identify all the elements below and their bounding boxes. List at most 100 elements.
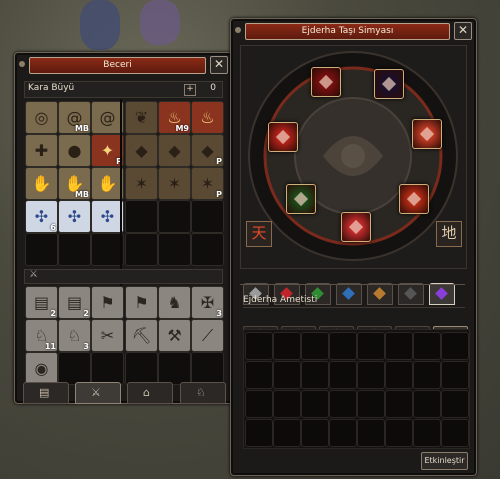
- close-button[interactable]: ✕: [454, 22, 472, 40]
- skill-tab-horse[interactable]: ♘: [180, 382, 226, 404]
- empty-skill-slot[interactable]: [125, 233, 158, 266]
- empty-skill-slot[interactable]: [158, 352, 191, 385]
- inventory-slot[interactable]: [273, 361, 301, 389]
- hand-skill-slot[interactable]: ✋: [25, 167, 58, 200]
- inventory-slot[interactable]: [413, 332, 441, 360]
- whirl-skill-slot[interactable]: ✣ 6: [25, 200, 58, 233]
- inventory-slot[interactable]: [245, 419, 273, 447]
- wheel-gem-onyx[interactable]: [412, 119, 442, 149]
- rune-icon: ✦: [100, 141, 115, 160]
- plus-icon[interactable]: +: [184, 84, 196, 96]
- drop-skill-slot[interactable]: ◆: [158, 134, 191, 167]
- inventory-slot[interactable]: [245, 332, 273, 360]
- star-skill-slot[interactable]: ✶: [158, 167, 191, 200]
- gem-icon: [419, 126, 435, 142]
- empty-skill-slot[interactable]: [25, 233, 58, 266]
- drop-skill-slot[interactable]: ◆ P: [191, 134, 224, 167]
- horse-skill-slot[interactable]: ♘ 11: [25, 319, 58, 352]
- gem-type-tab[interactable]: [336, 283, 362, 305]
- cross-skill-slot[interactable]: ✚: [25, 134, 58, 167]
- empty-skill-slot[interactable]: [191, 352, 224, 385]
- knight-skill-slot[interactable]: ♞: [158, 286, 191, 319]
- flag-skill-slot[interactable]: ⚑: [91, 286, 124, 319]
- inventory-slot[interactable]: [413, 390, 441, 418]
- inventory-slot[interactable]: [273, 332, 301, 360]
- knot-skill-slot[interactable]: ✠ 3: [191, 286, 224, 319]
- whirl-skill-slot[interactable]: ✣: [58, 200, 91, 233]
- flame-skill-slot[interactable]: ♨ M9: [158, 101, 191, 134]
- activate-button[interactable]: Etkinleştir: [421, 452, 468, 470]
- wheel-gem-ruby[interactable]: [311, 67, 341, 97]
- pickaxe-skill-slot[interactable]: ⛏: [125, 319, 158, 352]
- inventory-slot[interactable]: [245, 361, 273, 389]
- circle-skill-slot[interactable]: ◎: [25, 101, 58, 134]
- inventory-slot[interactable]: [273, 419, 301, 447]
- inventory-slot[interactable]: [385, 390, 413, 418]
- dragon-window-title[interactable]: Ejderha Taşı Simyası: [245, 23, 450, 40]
- empty-skill-slot[interactable]: [125, 200, 158, 233]
- wheel-gem-sapphire[interactable]: [341, 212, 371, 242]
- wheel-gem-topaz[interactable]: [399, 184, 429, 214]
- earth-button[interactable]: 地: [436, 221, 462, 247]
- target-skill-slot[interactable]: ◉: [25, 352, 58, 385]
- empty-skill-slot[interactable]: [191, 233, 224, 266]
- gem-type-tab[interactable]: [367, 283, 393, 305]
- inventory-slot[interactable]: [357, 419, 385, 447]
- inventory-slot[interactable]: [385, 361, 413, 389]
- inventory-slot[interactable]: [329, 361, 357, 389]
- inventory-slot[interactable]: [329, 419, 357, 447]
- empty-skill-slot[interactable]: [58, 233, 91, 266]
- inventory-slot[interactable]: [245, 390, 273, 418]
- skill-tab-camp[interactable]: ⌂: [127, 382, 173, 404]
- empty-skill-slot[interactable]: [158, 200, 191, 233]
- book-skill-slot[interactable]: ▤ 2: [58, 286, 91, 319]
- inventory-slot[interactable]: [357, 390, 385, 418]
- inventory-slot[interactable]: [329, 390, 357, 418]
- skill-tab-sword[interactable]: ⚔: [75, 382, 121, 404]
- empty-skill-slot[interactable]: [191, 200, 224, 233]
- hand-skill-slot[interactable]: ✋ MB: [58, 167, 91, 200]
- inventory-slot[interactable]: [413, 361, 441, 389]
- close-button[interactable]: ✕: [210, 56, 228, 74]
- empty-skill-slot[interactable]: [58, 352, 91, 385]
- star-skill-slot[interactable]: ✶: [125, 167, 158, 200]
- drop-skill-slot[interactable]: ◆: [125, 134, 158, 167]
- gem-type-tab[interactable]: [429, 283, 455, 305]
- empty-skill-slot[interactable]: [158, 233, 191, 266]
- wheel-gem-jade[interactable]: [286, 184, 316, 214]
- inventory-slot[interactable]: [301, 361, 329, 389]
- inventory-slot[interactable]: [385, 419, 413, 447]
- flame-skill-slot[interactable]: ♨: [191, 101, 224, 134]
- inventory-slot[interactable]: [441, 332, 469, 360]
- inventory-slot[interactable]: [273, 390, 301, 418]
- inventory-slot[interactable]: [413, 419, 441, 447]
- spiral-skill-slot[interactable]: @ MB: [58, 101, 91, 134]
- inventory-slot[interactable]: [329, 332, 357, 360]
- skill-window-title[interactable]: Beceri: [29, 57, 206, 74]
- heaven-button[interactable]: 天: [246, 221, 272, 247]
- orb-skill-slot[interactable]: ●: [58, 134, 91, 167]
- wand-skill-slot[interactable]: ⟋: [191, 319, 224, 352]
- inventory-slot[interactable]: [441, 419, 469, 447]
- scissors-skill-slot[interactable]: ✂: [91, 319, 124, 352]
- inventory-slot[interactable]: [441, 390, 469, 418]
- empty-skill-slot[interactable]: [125, 352, 158, 385]
- horse-skill-slot[interactable]: ♘ 3: [58, 319, 91, 352]
- wheel-gem-garnet[interactable]: [268, 122, 298, 152]
- inventory-slot[interactable]: [385, 332, 413, 360]
- inventory-slot[interactable]: [301, 332, 329, 360]
- hammer-skill-slot[interactable]: ⚒: [158, 319, 191, 352]
- leaf-skill-slot[interactable]: ❦: [125, 101, 158, 134]
- flag-skill-slot[interactable]: ⚑: [125, 286, 158, 319]
- inventory-slot[interactable]: [301, 390, 329, 418]
- inventory-slot[interactable]: [357, 332, 385, 360]
- star-skill-slot[interactable]: ✶ P: [191, 167, 224, 200]
- inventory-slot[interactable]: [301, 419, 329, 447]
- skill-tab-book[interactable]: ▤: [23, 382, 69, 404]
- book-skill-slot[interactable]: ▤ 2: [25, 286, 58, 319]
- wheel-gem-amethyst[interactable]: [374, 69, 404, 99]
- empty-skill-slot[interactable]: [91, 352, 124, 385]
- inventory-slot[interactable]: [441, 361, 469, 389]
- inventory-slot[interactable]: [357, 361, 385, 389]
- gem-type-tab[interactable]: [398, 283, 424, 305]
